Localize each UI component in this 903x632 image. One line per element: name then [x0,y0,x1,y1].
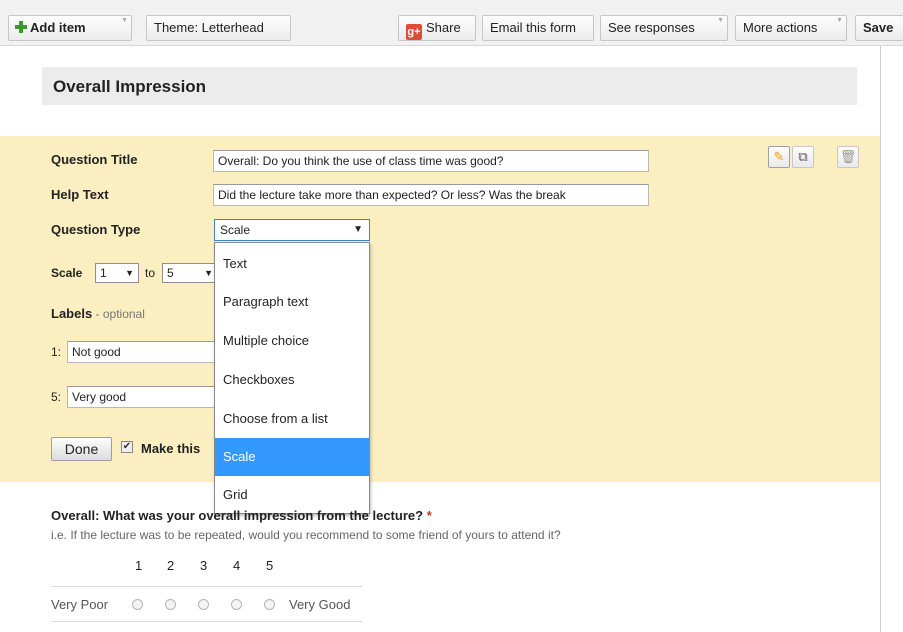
see-responses-button[interactable]: See responses ▼ [600,15,728,41]
edit-question-button[interactable]: ✎ [768,146,790,168]
option-checkboxes[interactable]: Checkboxes [215,361,369,399]
page-divider [880,46,881,632]
checkmark-icon: ✔ [122,441,132,452]
divider [51,621,362,622]
save-button[interactable]: Save [855,15,903,41]
label-5-input[interactable] [67,386,217,408]
chevron-down-icon: ▼ [836,17,843,24]
scale-number: 1 [135,558,143,573]
more-actions-button[interactable]: More actions ▼ [735,15,847,41]
google-plus-icon: g+ [406,24,422,40]
option-scale[interactable]: Scale [215,438,369,476]
question-title-input[interactable] [213,150,649,172]
question-type-label: Question Type [51,222,141,237]
scale-number: 2 [167,558,175,573]
dropdown-arrow-icon: ▼ [125,268,134,278]
scale-number: 5 [266,558,274,573]
add-item-button[interactable]: Add item ▼ [8,15,132,41]
scale-radio-2[interactable] [165,599,176,610]
question-type-select[interactable]: Scale ▼ [214,219,370,241]
dropdown-arrow-icon: ▼ [353,224,363,235]
make-required-label: Make this [141,441,201,456]
section-header: Overall Impression [42,67,857,105]
question-title: Overall: What was your overall impressio… [51,508,432,523]
toolbar: Add item ▼ Theme: Letterhead g+ Share Ema… [0,0,903,46]
duplicate-icon: ⧉ [798,149,808,164]
divider [51,586,362,587]
email-form-button[interactable]: Email this form [482,15,594,41]
dropdown-arrow-icon: ▼ [204,268,213,278]
scale-from-select[interactable]: 1 ▼ [95,263,139,283]
delete-question-button[interactable]: 🗑 [837,146,859,168]
done-button[interactable]: Done [51,437,112,461]
option-text[interactable]: Text [215,245,369,283]
help-text-input[interactable] [213,184,649,206]
option-multiple-choice[interactable]: Multiple choice [215,322,369,360]
help-text-label: Help Text [51,187,109,202]
label-1-prefix: 1: [51,345,62,359]
question-type-dropdown: Text Paragraph text Multiple choice Chec… [214,242,370,514]
question-title-label: Question Title [51,152,138,167]
scale-radio-1[interactable] [132,599,143,610]
theme-button[interactable]: Theme: Letterhead [146,15,291,41]
labels-label: Labels - optional [51,306,145,321]
chevron-down-icon: ▼ [717,17,724,24]
scale-radio-4[interactable] [231,599,242,610]
chevron-down-icon: ▼ [121,17,128,24]
share-button[interactable]: g+ Share [398,15,476,41]
make-required-checkbox[interactable]: ✔ [121,441,133,453]
option-paragraph-text[interactable]: Paragraph text [215,283,369,321]
scale-high-label: Very Good [289,597,351,612]
scale-to-select[interactable]: 5 ▼ [162,263,218,283]
scale-radio-3[interactable] [198,599,209,610]
plus-icon [15,21,27,33]
label-5-prefix: 5: [51,390,62,404]
trash-icon: 🗑 [839,149,857,164]
label-1-input[interactable] [67,341,217,363]
scale-low-label: Very Poor [51,597,109,612]
scale-label: Scale [51,266,83,280]
pencil-icon: ✎ [773,149,785,164]
required-asterisk: * [426,508,432,523]
duplicate-question-button[interactable]: ⧉ [792,146,814,168]
scale-to-word: to [145,266,156,280]
scale-number: 3 [200,558,208,573]
scale-radio-5[interactable] [264,599,275,610]
question-help-text: i.e. If the lecture was to be repeated, … [51,528,561,542]
scale-number: 4 [233,558,241,573]
option-choose-from-list[interactable]: Choose from a list [215,400,369,438]
